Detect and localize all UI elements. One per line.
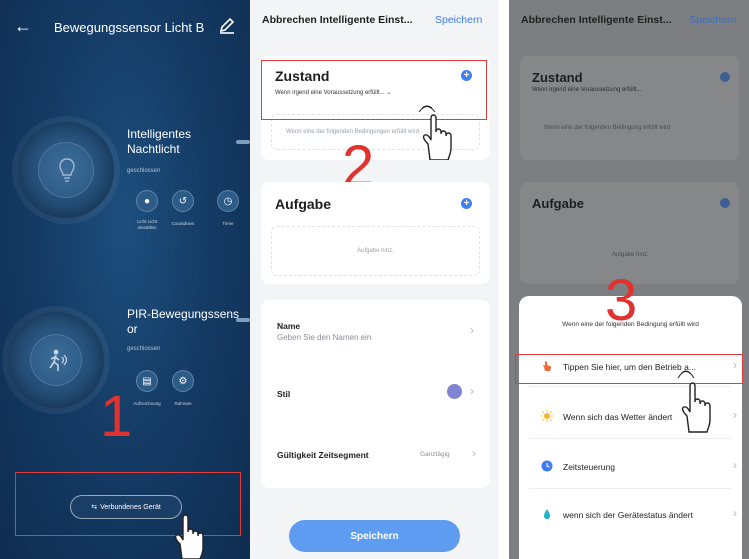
light-icon: ● bbox=[143, 195, 151, 207]
timer-button[interactable]: ◷ bbox=[217, 190, 239, 212]
option-weather-label: Wenn sich das Wetter ändert bbox=[563, 412, 673, 422]
divider bbox=[529, 438, 732, 439]
condition-picker-panel: Abbrechen Intelligente Einst... Speicher… bbox=[509, 0, 749, 559]
device2-name-line2: or bbox=[127, 322, 138, 336]
edit-pencil-icon[interactable] bbox=[218, 16, 236, 34]
device2-name-line1: PIR-Bewegungssens bbox=[127, 307, 240, 321]
add-task-area[interactable]: Aufgabe hinz. bbox=[271, 226, 480, 276]
settings-button[interactable]: ⚙ bbox=[172, 370, 194, 392]
countdown-label: Countdown bbox=[171, 221, 195, 226]
cancel-title-dimmed: Abbrechen Intelligente Einst... bbox=[521, 14, 672, 26]
device1-name-line1: Intelligentes bbox=[127, 127, 192, 141]
option-device-status-label: wenn sich der Gerätestatus ändert bbox=[563, 510, 693, 520]
validity-chevron-icon: › bbox=[472, 446, 476, 460]
device-status-icon bbox=[544, 509, 550, 519]
option-schedule-label: Zeitsteuerung bbox=[563, 462, 615, 472]
validity-row-title: Gültigkeit Zeitsegment bbox=[277, 450, 369, 460]
task-title-dimmed: Aufgabe bbox=[532, 196, 584, 211]
device2-status: geschlossen bbox=[127, 346, 161, 352]
style-color-swatch[interactable] bbox=[447, 384, 462, 399]
add-task-label: Aufgabe hinz. bbox=[357, 248, 394, 254]
option-schedule[interactable]: Zeitsteuerung › bbox=[529, 454, 739, 480]
tap-hand-pointer-icon bbox=[677, 370, 711, 433]
condition-hint-dimmed: Wenn eine der folgenden Bedingung erfüll… bbox=[544, 125, 671, 131]
option-device-status[interactable]: wenn sich der Gerätestatus ändert › bbox=[529, 502, 739, 528]
scene-editor-panel: Abbrechen Intelligente Einst... Speicher… bbox=[250, 0, 499, 559]
pir-sensor-device-circle[interactable] bbox=[8, 312, 104, 408]
light-button[interactable]: ● bbox=[136, 190, 158, 212]
nightlight-device-circle[interactable] bbox=[18, 122, 114, 218]
sun-icon bbox=[541, 410, 553, 422]
add-task-icon-dimmed bbox=[720, 198, 730, 208]
device1-status: geschlossen bbox=[127, 168, 161, 174]
header-save-button[interactable]: Speichern bbox=[435, 14, 482, 26]
settings-icon: ⚙ bbox=[178, 375, 188, 387]
tap-hand-pointer-icon bbox=[174, 514, 204, 559]
editor-header-dimmed: Abbrechen Intelligente Einst... Speicher… bbox=[509, 0, 749, 40]
style-chevron-icon: › bbox=[470, 384, 474, 398]
step-number-1: 1 bbox=[100, 384, 133, 449]
clock-icon bbox=[541, 460, 553, 472]
countdown-icon: ↺ bbox=[178, 195, 188, 207]
motion-person-icon bbox=[49, 349, 68, 371]
add-task-label-dimmed: Aufgabe hinz. bbox=[612, 252, 649, 258]
light-label-line2: einstellen bbox=[137, 225, 157, 230]
nightlight-inner bbox=[38, 142, 94, 198]
countdown-button[interactable]: ↺ bbox=[172, 190, 194, 212]
name-input[interactable]: Geben Sie den Namen ein bbox=[277, 333, 371, 342]
connected-device-button[interactable]: ⇆ Verbundenes Gerät bbox=[70, 495, 182, 519]
timer-label: Timer bbox=[222, 221, 234, 226]
timer-icon: ◷ bbox=[223, 195, 233, 207]
settings-label: Rahmen bbox=[174, 401, 192, 406]
chevron-right-icon: › bbox=[733, 458, 737, 472]
record-icon: ▤ bbox=[142, 375, 152, 387]
add-task-icon[interactable]: + bbox=[461, 198, 472, 209]
task-card: Aufgabe + Aufgabe hinz. bbox=[261, 182, 490, 284]
device2-side-handle bbox=[236, 318, 250, 322]
validity-value[interactable]: Ganztägig bbox=[420, 451, 450, 458]
chevron-right-icon: › bbox=[733, 408, 737, 422]
style-row-title: Stil bbox=[277, 389, 291, 399]
link-icon: ⇆ bbox=[91, 504, 98, 511]
condition-title-dimmed: Zustand bbox=[532, 70, 583, 85]
record-button[interactable]: ▤ bbox=[136, 370, 158, 392]
light-button-label: Licht Licht einstellen bbox=[132, 219, 162, 231]
name-row-title: Name bbox=[277, 321, 301, 331]
tap-hand-pointer-icon bbox=[418, 105, 452, 160]
device1-side-handle bbox=[236, 140, 250, 144]
record-label: Aufzeichnung bbox=[133, 401, 161, 406]
device1-name: Intelligentes Nachtlicht bbox=[127, 127, 191, 157]
pir-inner bbox=[30, 334, 82, 386]
device-title: Bewegungssensor Licht B bbox=[54, 20, 205, 35]
back-arrow-icon[interactable]: ← bbox=[14, 16, 32, 37]
header-save-dimmed: Speichern bbox=[689, 14, 737, 26]
chevron-right-icon: › bbox=[733, 506, 737, 520]
device1-name-line2: Nachtlicht bbox=[127, 142, 180, 156]
step-number-3: 3 bbox=[605, 268, 638, 333]
name-chevron-icon: › bbox=[470, 323, 474, 337]
bulb-icon bbox=[59, 158, 75, 182]
condition-subtitle-dimmed: Wenn irgend eine Voraussetzung erfüllt..… bbox=[532, 87, 642, 93]
device2-name: PIR-Bewegungssens or bbox=[127, 307, 239, 337]
connected-device-label: Verbundenes Gerät bbox=[100, 503, 161, 511]
add-condition-icon-dimmed bbox=[720, 72, 730, 82]
cancel-title[interactable]: Abbrechen Intelligente Einst... bbox=[262, 14, 413, 26]
task-title: Aufgabe bbox=[275, 196, 331, 212]
bottom-save-button[interactable]: Speichern bbox=[289, 520, 460, 552]
device-panel: ← Bewegungssensor Licht B Intelligentes … bbox=[0, 0, 250, 559]
editor-header: Abbrechen Intelligente Einst... Speicher… bbox=[250, 0, 499, 40]
condition-card-dimmed: Zustand Wenn irgend eine Voraussetzung e… bbox=[520, 56, 739, 160]
divider bbox=[529, 488, 732, 489]
top-bar: ← Bewegungssensor Licht B bbox=[0, 0, 250, 56]
